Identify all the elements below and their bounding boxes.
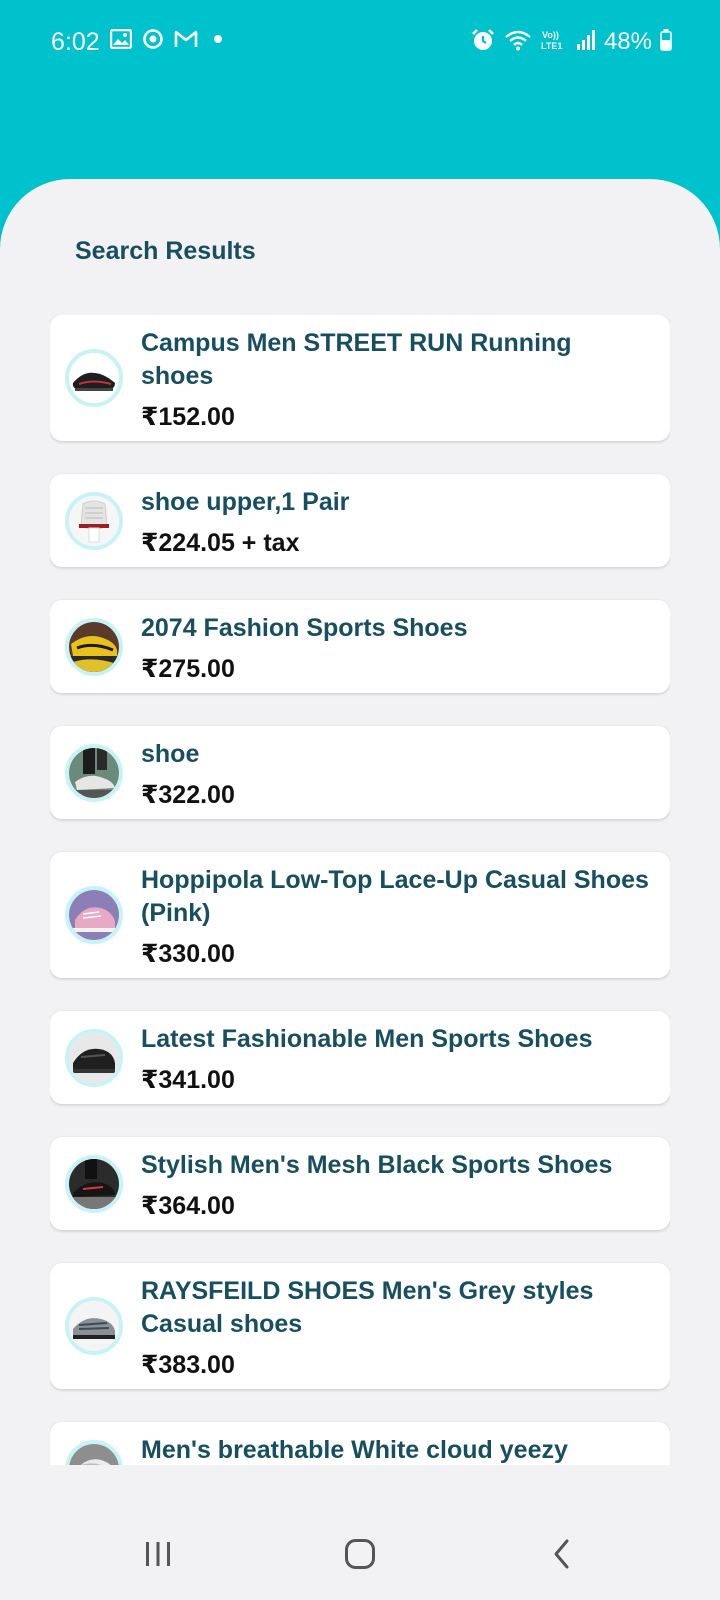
list-item[interactable]: shoe upper,1 Pair ₹224.05 + tax [50, 474, 670, 567]
status-left-icons [109, 28, 228, 55]
list-item[interactable]: RAYSFEILD SHOES Men's Grey styles Casual… [50, 1263, 670, 1389]
product-title: RAYSFEILD SHOES Men's Grey styles Casual… [141, 1277, 594, 1338]
product-price: ₹330.00 [141, 940, 235, 968]
product-thumbnail [65, 886, 123, 944]
recent-apps-icon[interactable] [128, 1529, 188, 1579]
svg-text:LTE1: LTE1 [541, 41, 562, 51]
product-thumbnail [65, 1297, 123, 1355]
product-thumbnail [65, 491, 123, 550]
product-price: ₹383.00 [141, 1351, 235, 1379]
product-title: Stylish Men's Mesh Black Sports Shoes [141, 1151, 613, 1179]
product-price: ₹364.00 [141, 1192, 235, 1220]
results-sheet: Search Results Campus Men STREET RUN Run… [0, 179, 720, 1600]
product-title: shoe upper,1 Pair [141, 488, 350, 516]
product-title: Hoppipola Low-Top Lace-Up Casual Shoes (… [141, 866, 649, 927]
svg-text:Vo)): Vo)) [542, 30, 559, 40]
product-thumbnail [65, 1439, 123, 1465]
product-price: ₹341.00 [141, 1066, 235, 1094]
product-price: ₹322.00 [141, 781, 235, 809]
product-title: Campus Men STREET RUN Running shoes [141, 329, 572, 390]
list-item[interactable]: 2074 Fashion Sports Shoes ₹275.00 [50, 600, 670, 693]
battery-icon [660, 28, 672, 56]
status-time: 6:02 [51, 28, 100, 56]
back-icon[interactable] [532, 1529, 592, 1579]
image-icon [109, 28, 133, 54]
volte-icon: Vo)) LTE1 [540, 28, 568, 57]
list-item[interactable]: Latest Fashionable Men Sports Shoes ₹341… [50, 1011, 670, 1104]
list-item[interactable]: Campus Men STREET RUN Running shoes ₹152… [50, 315, 670, 441]
product-title: Men's breathable White cloud yeezy shoes… [141, 1436, 568, 1464]
list-item[interactable]: shoe ₹322.00 [50, 726, 670, 819]
product-title: 2074 Fashion Sports Shoes [141, 614, 468, 642]
sync-icon [142, 28, 164, 55]
product-price: ₹275.00 [141, 655, 235, 683]
home-icon[interactable] [330, 1529, 390, 1579]
gmail-icon [174, 29, 198, 54]
product-thumbnail [65, 743, 123, 802]
product-thumbnail [65, 1154, 123, 1213]
list-item[interactable]: Stylish Men's Mesh Black Sports Shoes ₹3… [50, 1137, 670, 1230]
wifi-icon [504, 28, 532, 57]
status-bar: 6:02 Vo)) LTE1 48% [0, 0, 720, 84]
product-price: ₹152.00 [141, 403, 235, 431]
list-item[interactable]: Men's breathable White cloud yeezy shoes… [50, 1422, 670, 1465]
list-item[interactable]: Hoppipola Low-Top Lace-Up Casual Shoes (… [50, 852, 670, 978]
product-thumbnail [65, 617, 123, 676]
product-title: Latest Fashionable Men Sports Shoes [141, 1025, 593, 1053]
alarm-icon [470, 27, 496, 58]
product-thumbnail [65, 1028, 123, 1087]
product-title: shoe [141, 740, 200, 768]
battery-percent: 48% [603, 28, 652, 55]
status-right-icons: Vo)) LTE1 48% [470, 24, 672, 60]
product-price: ₹224.05 + tax [141, 529, 300, 557]
system-nav-bar [0, 1509, 720, 1600]
dot-icon [208, 29, 228, 54]
product-thumbnail [65, 349, 123, 407]
page-title: Search Results [75, 237, 256, 265]
results-list[interactable]: Campus Men STREET RUN Running shoes ₹152… [50, 315, 670, 1465]
signal-icon [576, 29, 596, 56]
